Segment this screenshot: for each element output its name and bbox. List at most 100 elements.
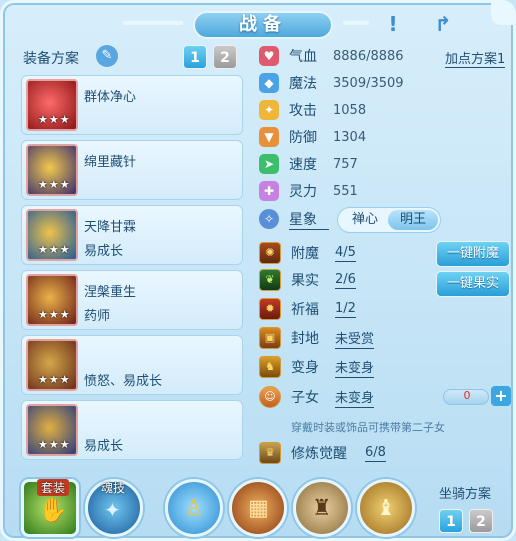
- row-label: 子女: [291, 390, 319, 406]
- stat-mp: ◆ 魔法 3509/3509: [259, 72, 404, 94]
- panel-title: 战备: [193, 11, 333, 39]
- equipment-plan-title: 装备方案: [23, 51, 79, 67]
- star-sign: ✧ 星象: [259, 208, 329, 230]
- plan-page-1[interactable]: 1: [183, 45, 207, 69]
- plan-item[interactable]: ★★★ 群体净心: [21, 75, 243, 135]
- row-value[interactable]: 4/5: [335, 245, 356, 262]
- plan-item[interactable]: ★★★ 愤怒、易成长: [21, 335, 243, 395]
- stat-defense: ▼ 防御 1304: [259, 126, 366, 148]
- row-child: ☺ 子女 未变身: [259, 385, 375, 409]
- enchant-icon: ✺: [259, 242, 281, 264]
- title-decoration-right: [343, 21, 369, 25]
- fruit-icon: ❦: [259, 269, 281, 291]
- row-value[interactable]: 6/8: [365, 445, 386, 462]
- row-cultivation: ♛ 修炼觉醒 6/8: [259, 441, 386, 465]
- row-value[interactable]: 未受赏: [335, 328, 375, 349]
- mana-icon: ◆: [259, 73, 279, 93]
- row-enchant: ✺ 附魔 4/5: [259, 241, 356, 265]
- plan-item-icon: ★★★: [26, 274, 78, 326]
- battle-prep-panel: 战备 ! ↱ 装备方案 ✎ 1 2 ★★★ 群体净心 ★★★ 绵里藏针 ★★★ …: [0, 0, 516, 541]
- stat-label: 防御: [289, 130, 317, 146]
- star-sign-label: 星象: [289, 209, 329, 230]
- equipment-plan-list: ★★★ 群体净心 ★★★ 绵里藏针 ★★★ 天降甘霖 易成长 ★★★ 涅槃重生 …: [21, 75, 243, 465]
- row-label: 封地: [291, 331, 319, 347]
- skill-slot-3[interactable]: ♜: [293, 479, 351, 537]
- plan-item[interactable]: ★★★ 天降甘霖 易成长: [21, 205, 243, 265]
- transform-icon: ♞: [259, 356, 281, 378]
- skill-slot-1[interactable]: ♙: [165, 479, 223, 537]
- blessing-icon: ✹: [259, 298, 281, 320]
- plan-item-sub: 愤怒、易成长: [84, 374, 163, 389]
- plus-icon: +: [494, 386, 508, 405]
- star-rating: ★★★: [38, 243, 71, 256]
- plan-item-sub: 易成长: [84, 439, 124, 454]
- stat-label: 气血: [289, 49, 317, 65]
- plan-item-name: 绵里藏针: [84, 155, 137, 170]
- mount-page-1[interactable]: 1: [439, 509, 463, 533]
- row-blessing: ✹ 祈福 1/2: [259, 297, 356, 321]
- plan-item-sub: 易成长: [84, 244, 124, 259]
- edit-plan-button[interactable]: ✎: [96, 45, 118, 67]
- stat-speed: ➤ 速度 757: [259, 153, 358, 175]
- info-button[interactable]: !: [377, 9, 409, 39]
- cultivation-icon: ♛: [259, 442, 281, 464]
- row-label: 祈福: [291, 302, 319, 318]
- one-click-fruit-button[interactable]: 一键果实: [436, 271, 510, 297]
- stat-value: 551: [333, 183, 358, 199]
- close-button[interactable]: [491, 3, 513, 25]
- row-label: 修炼觉醒: [291, 446, 347, 462]
- plan-item[interactable]: ★★★ 绵里藏针: [21, 140, 243, 200]
- add-child-button[interactable]: +: [491, 386, 511, 406]
- stat-label: 攻击: [289, 103, 317, 119]
- star-sign-toggle: 禅心 明王: [337, 207, 441, 233]
- mount-plan-title: 坐骑方案: [439, 487, 492, 502]
- plan-item[interactable]: ★★★ 易成长: [21, 400, 243, 460]
- soul-skill-tag: 魂技: [101, 481, 126, 495]
- child-count-bar: 0: [443, 389, 489, 405]
- row-label: 果实: [291, 273, 319, 289]
- star-rating: ★★★: [38, 373, 71, 386]
- plan-item-icon: ★★★: [26, 339, 78, 391]
- row-value[interactable]: 未变身: [335, 387, 375, 408]
- mount-page-2[interactable]: 2: [469, 509, 493, 533]
- one-click-enchant-button[interactable]: 一键附魔: [436, 241, 510, 267]
- stat-value: 757: [333, 156, 358, 172]
- stat-value: 1058: [333, 102, 367, 118]
- defense-icon: ▼: [259, 127, 279, 147]
- figure-icon: ♙: [184, 496, 204, 521]
- plan-item-name: 天降甘霖: [84, 220, 137, 235]
- chest-icon: ▦: [248, 496, 269, 521]
- row-value[interactable]: 2/6: [335, 272, 356, 289]
- row-value[interactable]: 未变身: [335, 357, 375, 378]
- add-point-plan-link[interactable]: 加点方案1: [445, 48, 506, 68]
- stat-value: 8886/8886: [333, 48, 404, 64]
- share-icon: ↱: [434, 12, 452, 36]
- plan-item-name: 涅槃重生: [84, 285, 137, 300]
- skill-slot-2[interactable]: ▦: [229, 479, 287, 537]
- monk-icon: ♝: [376, 496, 396, 521]
- stat-hp: ♥ 气血 8886/8886: [259, 45, 404, 67]
- stat-spirit: ✚ 灵力 551: [259, 180, 358, 202]
- spirit-icon: ✚: [259, 181, 279, 201]
- row-label: 附魔: [291, 246, 319, 262]
- plan-item-icon: ★★★: [26, 79, 78, 131]
- exclamation-icon: !: [388, 12, 398, 36]
- pencil-icon: ✎: [101, 48, 113, 63]
- swirl-icon: ✦: [104, 498, 121, 522]
- plan-item-name: 群体净心: [84, 90, 137, 105]
- fief-icon: ▣: [259, 327, 281, 349]
- share-button[interactable]: ↱: [427, 9, 459, 39]
- stat-label: 灵力: [289, 184, 317, 200]
- plan-item[interactable]: ★★★ 涅槃重生 药师: [21, 270, 243, 330]
- warrior-icon: ♜: [312, 496, 332, 521]
- plan-item-icon: ★★★: [26, 209, 78, 261]
- row-value[interactable]: 1/2: [335, 301, 356, 318]
- skill-slot-4[interactable]: ♝: [357, 479, 415, 537]
- row-fruit: ❦ 果实 2/6: [259, 268, 356, 292]
- attack-icon: ✦: [259, 100, 279, 120]
- star-sign-option[interactable]: 禅心: [342, 210, 388, 230]
- speed-icon: ➤: [259, 154, 279, 174]
- plan-page-2[interactable]: 2: [213, 45, 237, 69]
- stat-label: 魔法: [289, 76, 317, 92]
- star-sign-option-selected[interactable]: 明王: [388, 210, 438, 230]
